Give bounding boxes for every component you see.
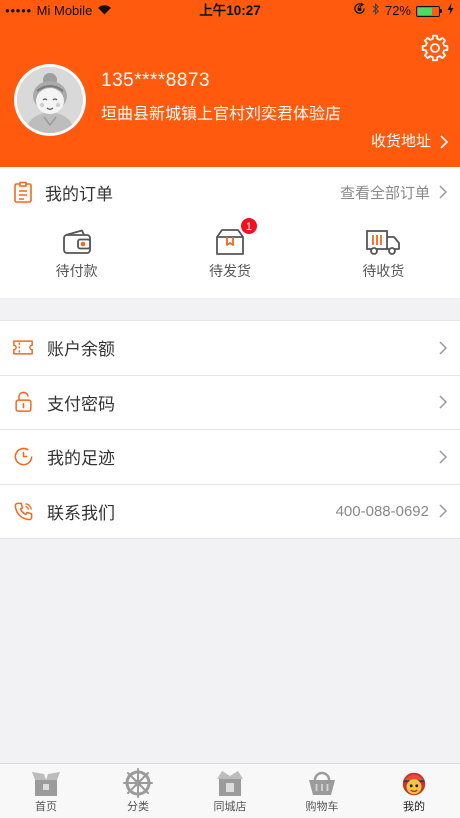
- tab-label: 同城店: [213, 801, 247, 813]
- contact-phone-number: 400-088-0692: [335, 502, 429, 520]
- battery-level: [418, 7, 433, 15]
- tab-profile[interactable]: 我的: [368, 764, 460, 818]
- order-pending-shipment[interactable]: 1 待发货: [153, 217, 306, 298]
- tab-label: 首页: [35, 801, 57, 813]
- order-status-row: 待付款 1 待发货 待收货: [0, 217, 460, 298]
- cart-icon: [306, 768, 338, 798]
- menu-item-contact-us[interactable]: 联系我们 400-088-0692: [0, 485, 460, 539]
- signal-strength: ●●●●●: [5, 6, 32, 15]
- order-pending-payment-label: 待付款: [55, 263, 98, 279]
- status-right: 72%: [348, 2, 454, 21]
- clock-icon: [12, 446, 34, 467]
- shipping-address-link[interactable]: 收货地址: [371, 132, 448, 152]
- clipboard-icon: [13, 181, 33, 203]
- shipping-address-label: 收货地址: [370, 133, 431, 150]
- order-pending-receipt[interactable]: 待收货: [307, 217, 460, 298]
- settings-button[interactable]: [421, 34, 449, 62]
- account-menu: 账户余额 支付密码 我的足迹 联系我们 400-088-0692: [0, 320, 460, 539]
- bottom-tab-bar: 首页 分类 同城店 购物车 我的: [0, 763, 460, 818]
- phone-icon: [12, 501, 34, 522]
- order-pending-receipt-label: 待收货: [362, 263, 405, 279]
- battery-icon: [416, 5, 440, 17]
- avatar[interactable]: [14, 64, 86, 136]
- tab-home[interactable]: 首页: [0, 764, 92, 818]
- carrier-name: Mi Mobile: [36, 3, 93, 18]
- orders-title: 我的订单: [45, 184, 113, 204]
- home-icon: [30, 768, 62, 798]
- menu-item-label: 支付密码: [47, 394, 115, 414]
- wifi-icon: [97, 2, 112, 20]
- profile-icon: [399, 768, 429, 798]
- bluetooth-icon: [371, 2, 380, 21]
- tab-label: 分类: [127, 801, 149, 813]
- store-icon: [214, 768, 246, 798]
- menu-item-footprint[interactable]: 我的足迹: [0, 430, 460, 485]
- menu-item-label: 账户余额: [47, 340, 115, 360]
- lock-icon: [12, 391, 34, 413]
- menu-item-balance[interactable]: 账户余额: [0, 321, 460, 376]
- battery-nub: [440, 9, 442, 13]
- battery-percent: 72%: [384, 3, 411, 18]
- user-phone: 135****8873: [101, 70, 211, 91]
- tab-label: 我的: [403, 801, 425, 813]
- package-icon: 1: [214, 217, 258, 257]
- chevron-right-icon: [439, 185, 447, 199]
- menu-item-payment-password[interactable]: 支付密码: [0, 376, 460, 430]
- avatar-image: [17, 67, 83, 133]
- chevron-right-icon: [439, 504, 447, 518]
- order-count-badge: 1: [239, 217, 258, 235]
- ticket-icon: [12, 339, 34, 356]
- store-name: 垣曲县新城镇上官村刘奕君体验店: [101, 106, 342, 123]
- tab-label: 购物车: [305, 801, 339, 813]
- tab-local-store[interactable]: 同城店: [184, 764, 276, 818]
- charging-icon: [447, 2, 454, 20]
- orders-header[interactable]: 我的订单 查看全部订单: [0, 167, 460, 217]
- order-pending-payment[interactable]: 待付款: [0, 217, 153, 298]
- chevron-right-icon: [439, 395, 447, 409]
- view-all-orders-link[interactable]: 查看全部订单: [340, 182, 430, 203]
- chevron-right-icon: [439, 450, 447, 464]
- tab-category[interactable]: 分类: [92, 764, 184, 818]
- menu-item-label: 我的足迹: [47, 449, 115, 469]
- tab-cart[interactable]: 购物车: [276, 764, 368, 818]
- status-time: 上午10:27: [199, 3, 261, 18]
- status-bar: ●●●●● Mi Mobile 上午10:27 72%: [0, 0, 460, 22]
- profile-header: ●●●●● Mi Mobile 上午10:27 72% 135****8873 …: [0, 0, 460, 167]
- menu-item-label: 联系我们: [47, 503, 115, 523]
- gear-icon: [421, 34, 449, 62]
- order-pending-shipment-label: 待发货: [208, 263, 251, 279]
- orders-section: 我的订单 查看全部订单 待付款 1 待发货 待收货: [0, 167, 460, 298]
- chevron-right-icon: [439, 341, 447, 355]
- wallet-icon: [61, 227, 93, 257]
- chevron-right-icon: [440, 135, 448, 149]
- category-icon: [122, 768, 154, 798]
- truck-icon: [365, 227, 401, 257]
- rotation-lock-icon: [353, 2, 366, 20]
- status-left: ●●●●● Mi Mobile: [5, 3, 112, 19]
